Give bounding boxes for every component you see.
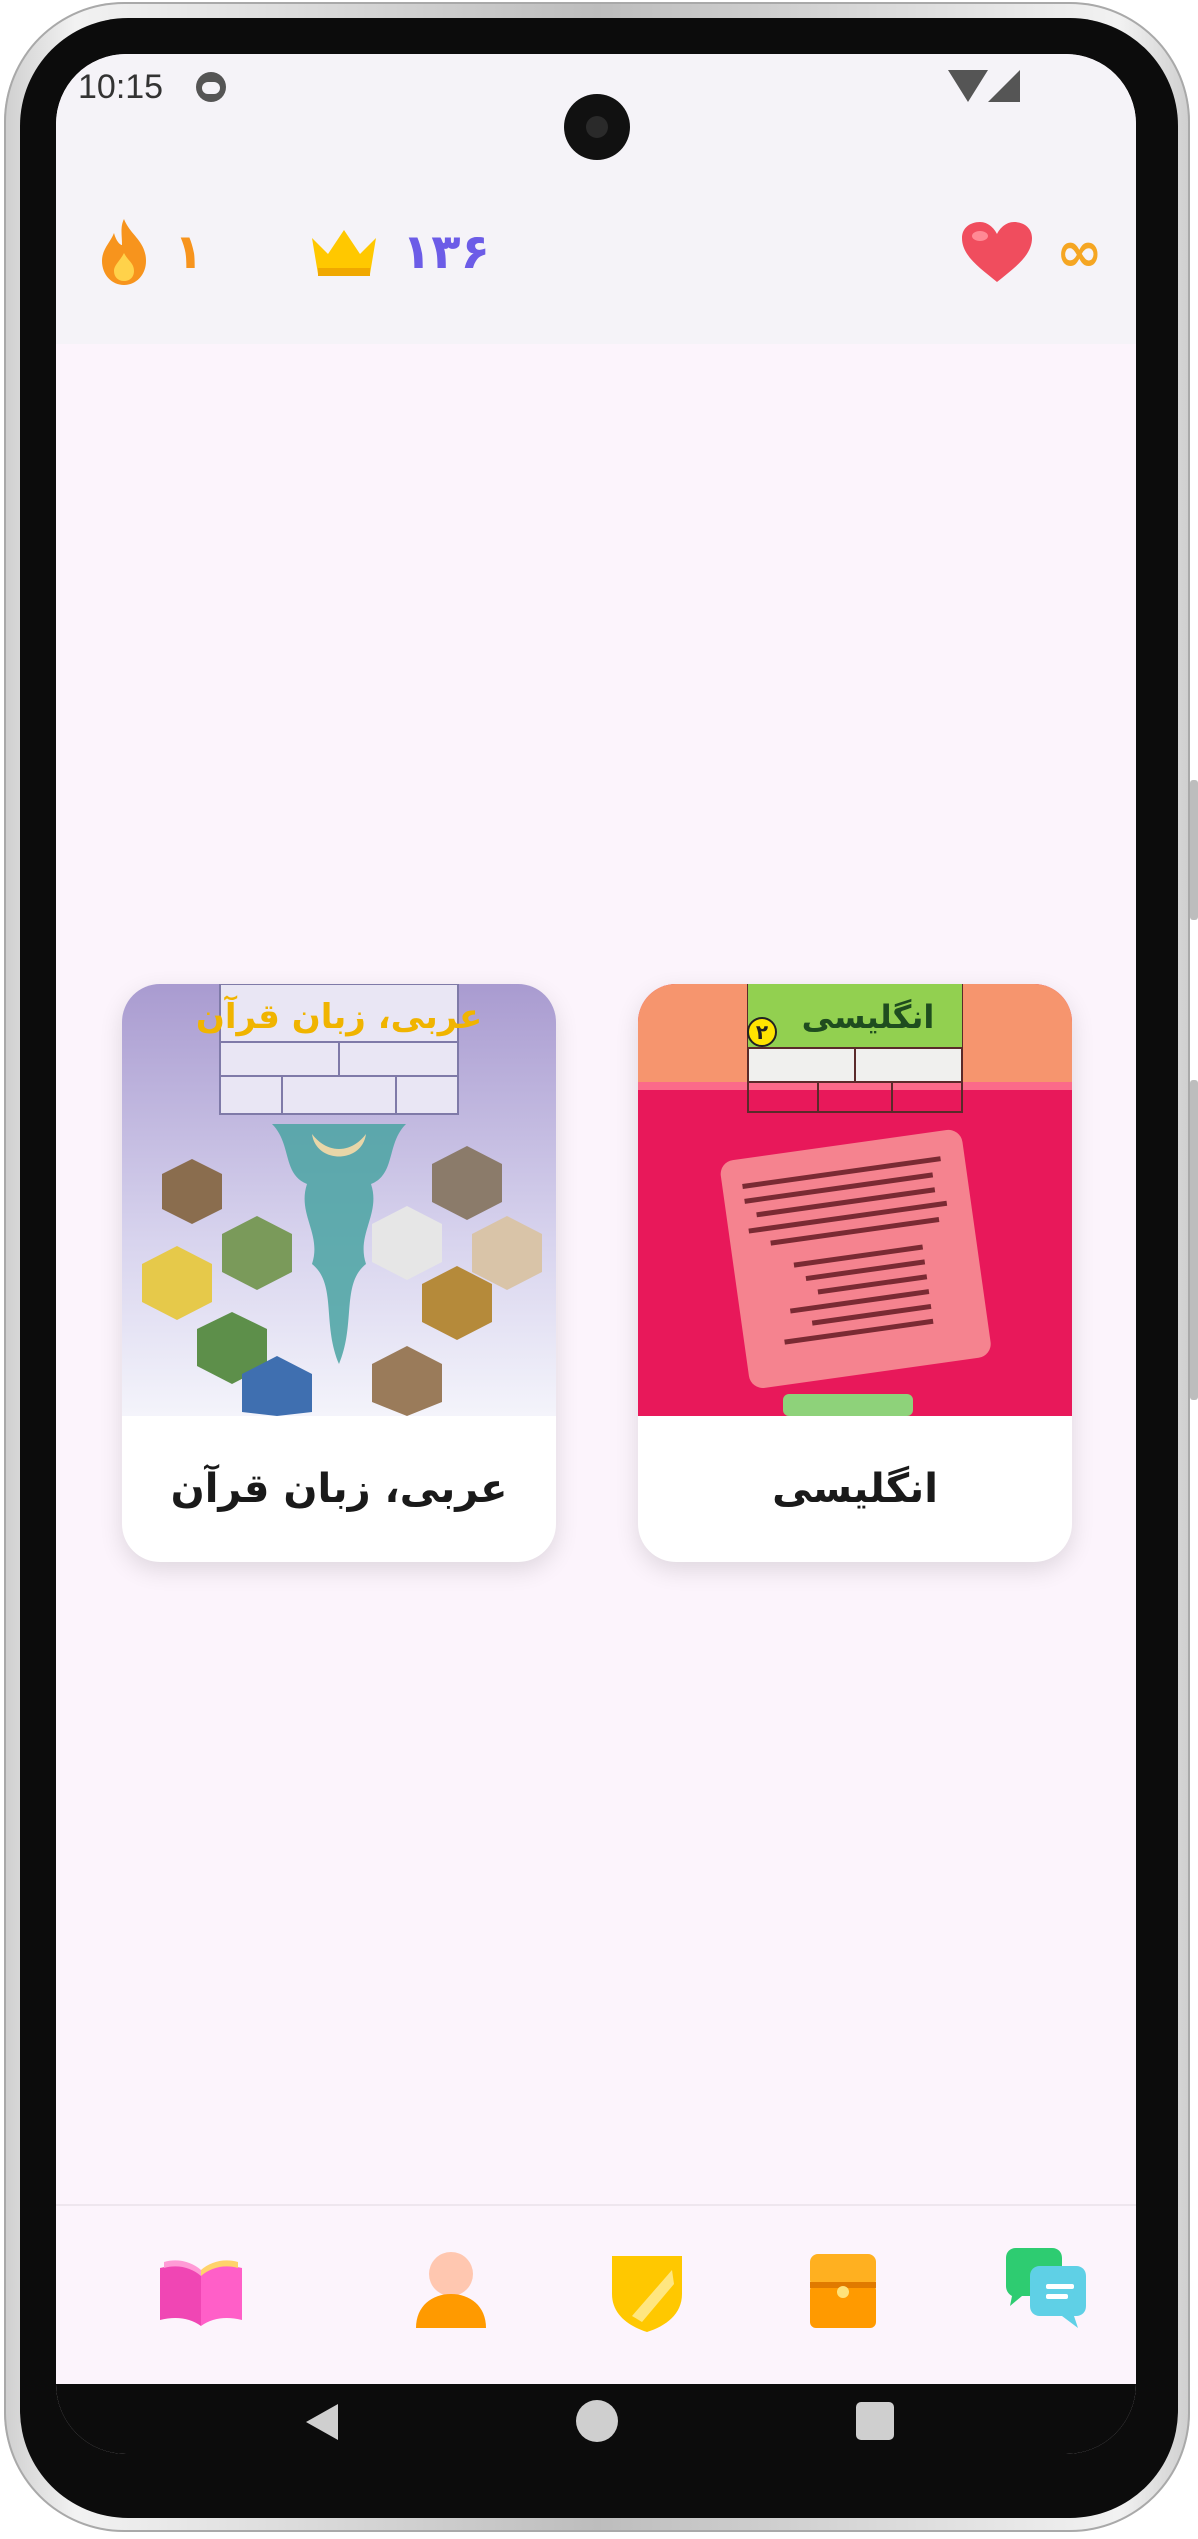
nav-chat[interactable] <box>1000 2246 1090 2336</box>
header-stats-bar: ۱ ۱۳۶ ∞ <box>56 174 1136 344</box>
home-icon[interactable] <box>576 2400 618 2442</box>
user-icon <box>416 2252 486 2328</box>
volume-button <box>1190 1080 1198 1400</box>
crowns-counter[interactable]: ۱۳۶ <box>308 212 490 292</box>
book-cover-arabic: عربی، زبان قرآن <box>122 984 556 1416</box>
book-title-english: انگلیسی <box>772 1466 938 1512</box>
system-nav-bar <box>56 2384 1136 2454</box>
bottom-nav <box>56 2204 1136 2386</box>
phone-device: 10:15 ۱ ۱۳۶ ∞ عربی، زبان قرآن عربی، زبان… <box>0 0 1198 2539</box>
status-bar: 10:15 <box>56 54 1136 174</box>
english-cover-image: ۲ انگلیسی <box>638 984 1072 1416</box>
hearts-counter[interactable]: ∞ <box>960 212 1103 292</box>
status-time: 10:15 <box>78 68 164 106</box>
book-icon <box>160 2260 242 2326</box>
arabic-cover-title: عربی، زبان قرآن <box>196 995 482 1037</box>
back-icon[interactable] <box>302 2400 342 2444</box>
nav-leagues[interactable] <box>602 2246 692 2336</box>
book-title-arabic: عربی، زبان قرآن <box>170 1466 508 1512</box>
book-card-english[interactable]: ۲ انگلیسی انگلیسی <box>638 984 1072 1562</box>
crown-icon <box>312 230 376 276</box>
screen: 10:15 ۱ ۱۳۶ ∞ عربی، زبان قرآن عربی، زبان… <box>56 54 1136 2454</box>
chat-icon <box>1006 2248 1086 2328</box>
chest-icon <box>810 2254 876 2328</box>
signal-icon <box>988 70 1020 102</box>
crowns-value: ۱۳۶ <box>402 224 490 280</box>
hearts-value: ∞ <box>1056 219 1103 285</box>
nav-shop[interactable] <box>798 2246 888 2336</box>
heart-icon <box>962 222 1032 282</box>
android-notification-icon <box>196 72 226 102</box>
wifi-icon <box>948 70 988 102</box>
front-camera <box>564 94 630 160</box>
power-button <box>1190 780 1198 920</box>
shield-icon <box>612 2256 682 2332</box>
streak-value: ۱ <box>174 224 204 280</box>
nav-profile[interactable] <box>406 2246 496 2336</box>
book-list: عربی، زبان قرآن عربی، زبان قرآن ۲ انگلیس… <box>56 344 1136 2204</box>
english-cover-title: انگلیسی <box>802 998 935 1036</box>
arabic-cover-image: عربی، زبان قرآن <box>122 984 556 1416</box>
nav-learn[interactable] <box>156 2246 246 2336</box>
recents-icon[interactable] <box>856 2402 894 2440</box>
streak-counter[interactable]: ۱ <box>96 212 203 292</box>
book-card-arabic[interactable]: عربی، زبان قرآن عربی، زبان قرآن <box>122 984 556 1562</box>
svg-text:۲: ۲ <box>756 1020 768 1044</box>
fire-icon <box>102 219 146 285</box>
book-cover-english: ۲ انگلیسی <box>638 984 1072 1416</box>
